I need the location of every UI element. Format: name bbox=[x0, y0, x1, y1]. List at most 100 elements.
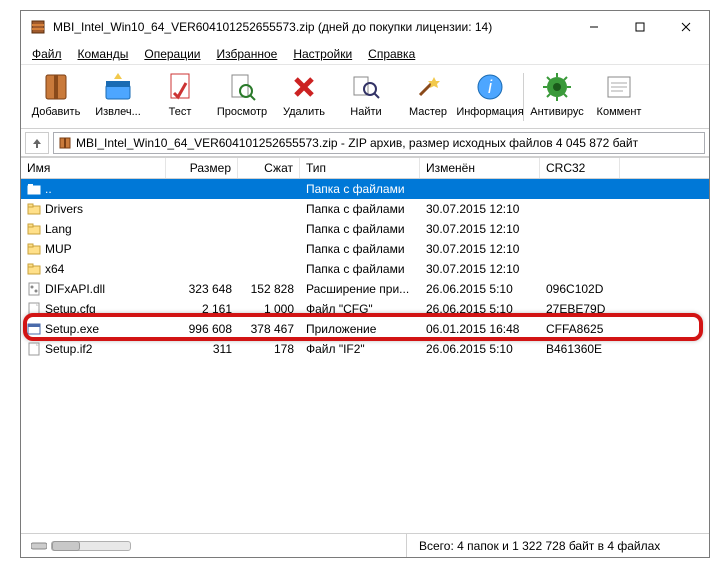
table-row[interactable]: MUP Папка с файлами30.07.2015 12:10 bbox=[21, 239, 709, 259]
cell-modified: 06.01.2015 16:48 bbox=[420, 322, 540, 336]
search-icon bbox=[349, 70, 383, 104]
menu-file[interactable]: Файл bbox=[25, 45, 69, 63]
file-name: Setup.exe bbox=[45, 322, 99, 336]
cell-type: Папка с файлами bbox=[300, 202, 420, 216]
status-left bbox=[27, 534, 407, 557]
file-list[interactable]: ..Папка с файламиDriversПапка с файлами3… bbox=[21, 179, 709, 533]
menu-settings[interactable]: Настройки bbox=[286, 45, 359, 63]
info-icon: i bbox=[473, 70, 507, 104]
find-button[interactable]: Найти bbox=[335, 67, 397, 127]
file-icon bbox=[27, 322, 41, 336]
minimize-button[interactable] bbox=[571, 11, 617, 43]
window-title: MBI_Intel_Win10_64_VER604101252655573.zi… bbox=[53, 20, 571, 34]
close-button[interactable] bbox=[663, 11, 709, 43]
file-name: DIFxAPI.dll bbox=[45, 282, 105, 296]
disk-icon bbox=[31, 541, 47, 551]
view-button[interactable]: Просмотр bbox=[211, 67, 273, 127]
file-icon bbox=[27, 262, 41, 276]
file-name: Setup.cfg bbox=[45, 302, 96, 316]
table-row[interactable]: Drivers Папка с файлами30.07.2015 12:10 bbox=[21, 199, 709, 219]
cell-packed: 152 828 bbox=[238, 282, 300, 296]
col-crc[interactable]: CRC32 bbox=[540, 158, 620, 178]
progress-track bbox=[51, 541, 131, 551]
menu-commands[interactable]: Команды bbox=[71, 45, 136, 63]
up-button[interactable] bbox=[25, 132, 49, 154]
antivirus-icon bbox=[540, 70, 574, 104]
test-icon bbox=[163, 70, 197, 104]
titlebar[interactable]: MBI_Intel_Win10_64_VER604101252655573.zi… bbox=[21, 11, 709, 43]
menu-favorites[interactable]: Избранное bbox=[210, 45, 285, 63]
col-name[interactable]: Имя bbox=[21, 158, 166, 178]
wizard-button[interactable]: Мастер bbox=[397, 67, 459, 127]
cell-type: Приложение bbox=[300, 322, 420, 336]
delete-button[interactable]: Удалить bbox=[273, 67, 335, 127]
col-size[interactable]: Размер bbox=[166, 158, 238, 178]
cell-type: Папка с файлами bbox=[300, 262, 420, 276]
table-row[interactable]: Setup.exe 996 608378 467Приложение06.01.2… bbox=[21, 319, 709, 339]
file-icon bbox=[27, 282, 41, 296]
window-controls bbox=[571, 11, 709, 43]
extract-icon bbox=[101, 70, 135, 104]
cell-packed: 378 467 bbox=[238, 322, 300, 336]
cell-packed: 1 000 bbox=[238, 302, 300, 316]
test-button[interactable]: Тест bbox=[149, 67, 211, 127]
column-headers: Имя Размер Сжат Тип Изменён CRC32 bbox=[21, 157, 709, 179]
cell-modified: 30.07.2015 12:10 bbox=[420, 222, 540, 236]
file-icon bbox=[27, 342, 41, 356]
progress-thumb bbox=[52, 541, 80, 551]
cell-crc: CFFA8625 bbox=[540, 322, 620, 336]
table-row[interactable]: Setup.cfg2 1611 000Файл "CFG"26.06.2015 … bbox=[21, 299, 709, 319]
file-name: MUP bbox=[45, 242, 72, 256]
cell-size: 323 648 bbox=[166, 282, 238, 296]
cell-type: Файл "IF2" bbox=[300, 342, 420, 356]
file-icon bbox=[27, 182, 41, 196]
cell-modified: 30.07.2015 12:10 bbox=[420, 202, 540, 216]
path-bar: MBI_Intel_Win10_64_VER604101252655573.zi… bbox=[21, 129, 709, 157]
winrar-icon bbox=[29, 18, 47, 36]
col-modified[interactable]: Изменён bbox=[420, 158, 540, 178]
cell-type: Папка с файлами bbox=[300, 222, 420, 236]
cell-type: Расширение при... bbox=[300, 282, 420, 296]
delete-icon bbox=[287, 70, 321, 104]
cell-size: 311 bbox=[166, 342, 238, 356]
wizard-icon bbox=[411, 70, 445, 104]
path-text: MBI_Intel_Win10_64_VER604101252655573.zi… bbox=[76, 136, 638, 150]
cell-size: 996 608 bbox=[166, 322, 238, 336]
file-name: Lang bbox=[45, 222, 72, 236]
file-name: Drivers bbox=[45, 202, 83, 216]
cell-modified: 26.06.2015 5:10 bbox=[420, 282, 540, 296]
table-row[interactable]: DIFxAPI.dll 323 648152 828Расширение при.… bbox=[21, 279, 709, 299]
file-name: Setup.if2 bbox=[45, 342, 92, 356]
add-button[interactable]: Добавить bbox=[25, 67, 87, 127]
antivirus-button[interactable]: Антивирус bbox=[526, 67, 588, 127]
path-field[interactable]: MBI_Intel_Win10_64_VER604101252655573.zi… bbox=[53, 132, 705, 154]
file-icon bbox=[27, 302, 41, 316]
menu-bar: Файл Команды Операции Избранное Настройк… bbox=[21, 43, 709, 65]
view-icon bbox=[225, 70, 259, 104]
file-name: .. bbox=[45, 182, 52, 196]
maximize-button[interactable] bbox=[617, 11, 663, 43]
file-icon bbox=[27, 222, 41, 236]
table-row[interactable]: Setup.if2 311178Файл "IF2"26.06.2015 5:10… bbox=[21, 339, 709, 359]
comment-icon bbox=[602, 70, 636, 104]
table-row[interactable]: .. Папка с файлами bbox=[21, 179, 709, 199]
cell-type: Папка с файлами bbox=[300, 182, 420, 196]
table-row[interactable]: Lang Папка с файлами30.07.2015 12:10 bbox=[21, 219, 709, 239]
cell-type: Папка с файлами bbox=[300, 242, 420, 256]
info-button[interactable]: i Информация bbox=[459, 67, 521, 127]
col-packed[interactable]: Сжат bbox=[238, 158, 300, 178]
menu-help[interactable]: Справка bbox=[361, 45, 422, 63]
extract-button[interactable]: Извлеч... bbox=[87, 67, 149, 127]
cell-packed: 178 bbox=[238, 342, 300, 356]
table-row[interactable]: x64Папка с файлами30.07.2015 12:10 bbox=[21, 259, 709, 279]
archive-icon bbox=[39, 70, 73, 104]
cell-modified: 26.06.2015 5:10 bbox=[420, 342, 540, 356]
comment-button[interactable]: Коммент bbox=[588, 67, 650, 127]
cell-crc: 27EBE79D bbox=[540, 302, 620, 316]
cell-crc: 096C102D bbox=[540, 282, 620, 296]
app-window: MBI_Intel_Win10_64_VER604101252655573.zi… bbox=[20, 10, 710, 558]
cell-modified: 30.07.2015 12:10 bbox=[420, 242, 540, 256]
menu-operations[interactable]: Операции bbox=[137, 45, 207, 63]
col-type[interactable]: Тип bbox=[300, 158, 420, 178]
cell-modified: 26.06.2015 5:10 bbox=[420, 302, 540, 316]
